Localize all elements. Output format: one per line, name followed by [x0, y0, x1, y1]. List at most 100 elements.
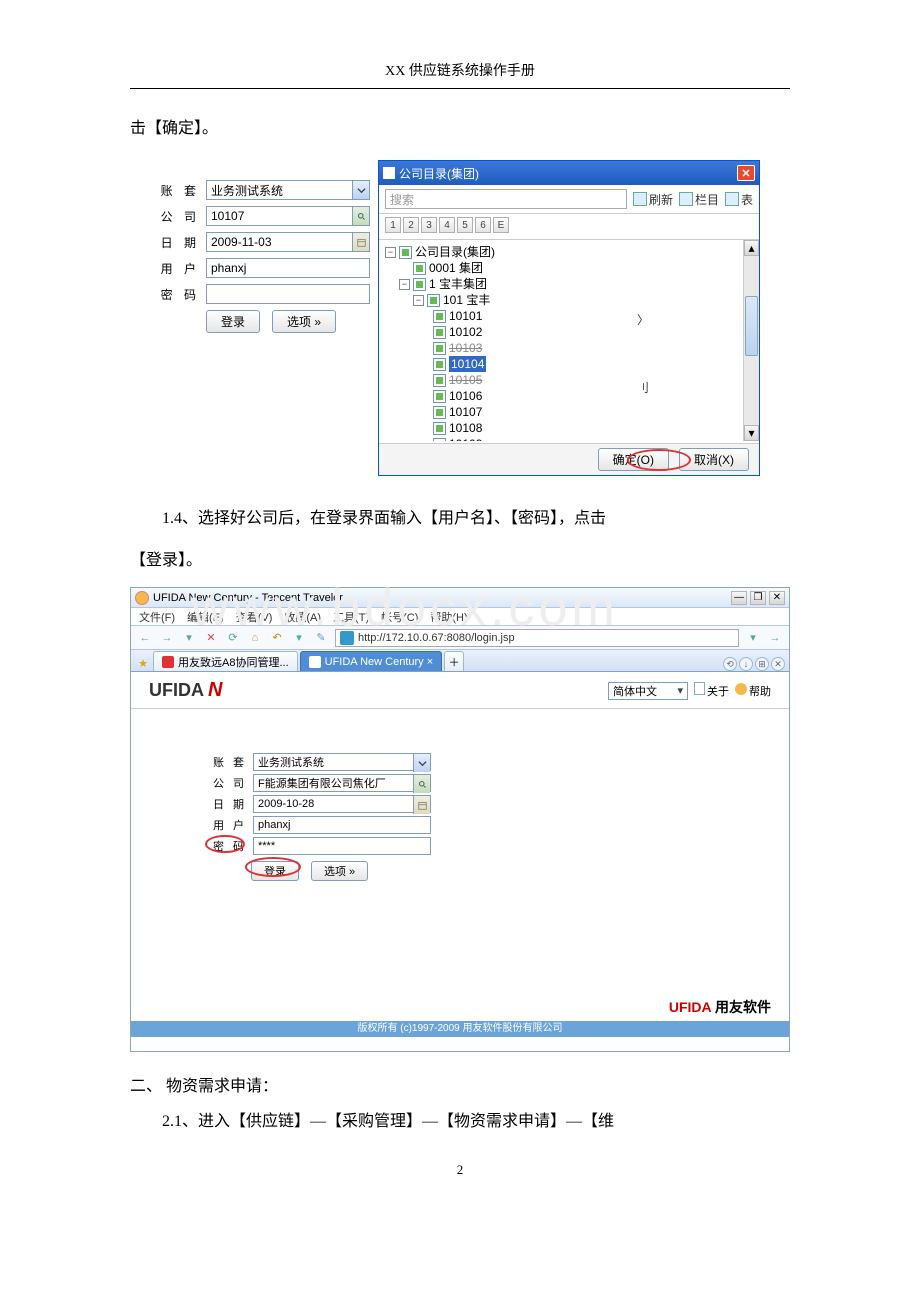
close-icon[interactable]: ✕	[737, 165, 755, 181]
expand-icon[interactable]: −	[413, 295, 424, 306]
tab-ufida[interactable]: UFIDA New Century ×	[300, 651, 443, 671]
address-bar[interactable]: http://172.10.0.67:8080/login.jsp	[335, 629, 739, 647]
tree-node-101[interactable]: 101 宝丰	[443, 292, 490, 308]
alpha-E[interactable]: E	[493, 217, 509, 233]
nc-logo: N	[208, 679, 222, 702]
options-button[interactable]: 选项 »	[272, 310, 336, 333]
date-input[interactable]: 2009-11-03	[206, 232, 370, 252]
go-icon[interactable]: →	[767, 630, 783, 646]
tabstrip-action-icon[interactable]: ↓	[739, 657, 753, 671]
tabstrip-action-icon[interactable]: ⊞	[755, 657, 769, 671]
dropdown-icon[interactable]: ▾	[181, 630, 197, 646]
tree-root[interactable]: 公司目录(集团)	[415, 244, 495, 260]
tree-leaf[interactable]: 10107	[449, 404, 482, 420]
tree-leaf[interactable]: 10109	[449, 436, 482, 441]
tree-node-baofeng-group[interactable]: 1 宝丰集团	[429, 276, 487, 292]
alpha-4[interactable]: 4	[439, 217, 455, 233]
table-button[interactable]: 表	[725, 191, 753, 208]
columns-button[interactable]: 栏目	[679, 191, 719, 208]
date-input[interactable]: 2009-10-28	[253, 795, 431, 813]
dialog-titlebar[interactable]: 公司目录(集团) ✕	[379, 161, 759, 185]
menu-view[interactable]: 查看(V)	[236, 609, 273, 625]
tree-leaf[interactable]: 10101	[449, 308, 482, 324]
tree-leaf-selected[interactable]: 10104	[449, 356, 486, 372]
minimize-icon[interactable]: —	[731, 591, 747, 605]
alpha-1[interactable]: 1	[385, 217, 401, 233]
refresh-button[interactable]: 刷新	[633, 191, 673, 208]
about-link[interactable]: 关于	[694, 682, 729, 699]
dialog-search-input[interactable]: 搜索	[385, 189, 627, 209]
user-value: phanxj	[258, 819, 290, 831]
tabstrip-action-icon[interactable]: ⟲	[723, 657, 737, 671]
alpha-6[interactable]: 6	[475, 217, 491, 233]
favorites-icon[interactable]: ★	[135, 655, 151, 671]
go-dropdown-icon[interactable]: ▾	[745, 630, 761, 646]
new-tab-button[interactable]: ＋	[444, 651, 464, 671]
help-link[interactable]: 帮助	[735, 683, 771, 699]
alpha-5[interactable]: 5	[457, 217, 473, 233]
expand-icon[interactable]: −	[385, 247, 396, 258]
scroll-thumb[interactable]	[745, 296, 758, 356]
account-select[interactable]: 业务测试系统	[206, 180, 370, 200]
back-icon[interactable]: ←	[137, 630, 153, 646]
browser-titlebar[interactable]: UFIDA New Century - Tencent Traveler — ❐…	[131, 588, 789, 608]
calendar-icon[interactable]	[352, 233, 369, 251]
help-icon	[735, 683, 747, 695]
vertical-scrollbar[interactable]: ▴ ▾	[743, 240, 759, 441]
options-button[interactable]: 选项 »	[311, 861, 368, 881]
alpha-2[interactable]: 2	[403, 217, 419, 233]
label-user: 用 户	[211, 817, 247, 833]
login-button[interactable]: 登录	[206, 310, 260, 333]
tree-leaf-strike[interactable]: 10105	[449, 372, 482, 388]
scroll-down-icon[interactable]: ▾	[744, 425, 759, 441]
tree-leaf[interactable]: 10108	[449, 420, 482, 436]
page-body: UFIDAN 简体中文▾ 关于 帮助 账 套业务测试系统 公 司F能源集团有限公…	[131, 673, 789, 1051]
node-icon	[433, 326, 446, 339]
menu-favorites[interactable]: 收藏(A)	[284, 609, 321, 625]
forward-icon[interactable]: →	[159, 630, 175, 646]
reload-icon[interactable]: ⟳	[225, 630, 241, 646]
menu-edit[interactable]: 编辑(E)	[187, 609, 224, 625]
expand-icon[interactable]: −	[399, 279, 410, 290]
cancel-button[interactable]: 取消(X)	[679, 448, 749, 471]
doc-header: XX 供应链系统操作手册	[130, 60, 790, 80]
search-icon[interactable]	[413, 775, 430, 793]
chevron-down-icon[interactable]	[352, 181, 369, 199]
brush-icon[interactable]: ✎	[313, 630, 329, 646]
scroll-up-icon[interactable]: ▴	[744, 240, 759, 256]
stop-icon[interactable]: ✕	[203, 630, 219, 646]
user-input[interactable]: phanxj	[206, 258, 370, 278]
menu-account[interactable]: 帐号(C)	[381, 609, 418, 625]
password-input[interactable]: ****	[253, 837, 431, 855]
alpha-3[interactable]: 3	[421, 217, 437, 233]
company-input[interactable]: 10107	[206, 206, 370, 226]
folder-icon	[413, 262, 426, 275]
user-input[interactable]: phanxj	[253, 816, 431, 834]
calendar-icon[interactable]	[413, 796, 430, 814]
menu-file[interactable]: 文件(F)	[139, 609, 175, 625]
tree-leaf[interactable]: 10106	[449, 388, 482, 404]
search-icon[interactable]	[352, 207, 369, 225]
close-icon[interactable]: ✕	[769, 591, 785, 605]
dropdown-icon[interactable]: ▾	[291, 630, 307, 646]
undo-icon[interactable]: ↶	[269, 630, 285, 646]
tree-leaf[interactable]: 10102	[449, 324, 482, 340]
language-select[interactable]: 简体中文▾	[608, 682, 688, 700]
tab-a8[interactable]: 用友致远A8协同管理...	[153, 651, 298, 671]
home-icon[interactable]: ⌂	[247, 630, 263, 646]
section-2-heading: 二、 物资需求申请：	[130, 1072, 790, 1096]
folder-icon	[427, 294, 440, 307]
tree-node-0001[interactable]: 0001 集团	[429, 260, 483, 276]
password-input[interactable]	[206, 284, 370, 304]
company-input[interactable]: F能源集团有限公司焦化厂	[253, 774, 431, 792]
ok-button[interactable]: 确定(O)	[598, 448, 669, 471]
tab-label: 用友致远A8协同管理...	[178, 654, 289, 670]
chevron-down-icon[interactable]	[413, 754, 430, 772]
tabstrip-action-icon[interactable]: ✕	[771, 657, 785, 671]
menu-tools[interactable]: 工具(T)	[333, 609, 369, 625]
maximize-icon[interactable]: ❐	[750, 591, 766, 605]
menu-help[interactable]: 帮助(H)	[430, 609, 467, 625]
login-button[interactable]: 登录	[251, 861, 299, 881]
account-select[interactable]: 业务测试系统	[253, 753, 431, 771]
tree-leaf-strike[interactable]: 10103	[449, 340, 482, 356]
